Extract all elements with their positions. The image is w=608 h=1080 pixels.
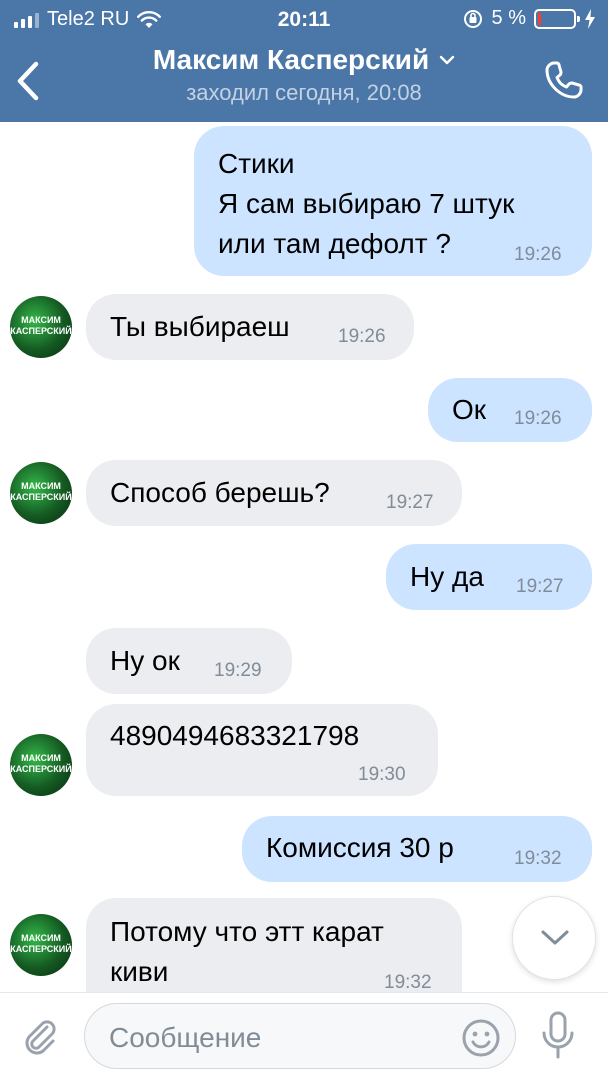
avatar-text: МАКСИМ КАСПЕРСКИЙ bbox=[10, 933, 72, 954]
message-text: Способ берешь? bbox=[110, 477, 330, 508]
message-bubble-outgoing[interactable]: Стики Я сам выбираю 7 штук или там дефол… bbox=[194, 126, 592, 276]
message-input-placeholder: Сообщение bbox=[109, 1022, 262, 1053]
message-input[interactable]: Сообщение bbox=[84, 1003, 516, 1069]
message-bubble-outgoing[interactable]: Ну да 19:27 bbox=[386, 544, 592, 610]
phone-icon[interactable] bbox=[542, 58, 586, 102]
rotation-lock-icon bbox=[463, 9, 482, 28]
top-bar: Tele2 RU 20:11 5 % Максим Касперский зах… bbox=[0, 0, 608, 122]
message-text: Ок bbox=[452, 394, 487, 425]
avatar[interactable]: МАКСИМ КАСПЕРСКИЙ bbox=[10, 296, 72, 358]
message-bubble-incoming[interactable]: Потому что этт карат киви 19:32 bbox=[86, 898, 462, 992]
message-bubble-incoming[interactable]: Ты выбираеш 19:26 bbox=[86, 294, 414, 360]
message-time: 19:30 bbox=[358, 764, 406, 785]
charging-icon bbox=[585, 8, 595, 29]
message-bubble-incoming[interactable]: 4890494683321798 19:30 bbox=[86, 704, 438, 796]
message-list[interactable]: Стики Я сам выбираю 7 штук или там дефол… bbox=[0, 122, 608, 992]
attach-icon[interactable] bbox=[20, 1017, 60, 1057]
message-text: Комиссия 30 р bbox=[266, 832, 454, 863]
last-seen: заходил сегодня, 20:08 bbox=[186, 80, 422, 105]
message-time: 19:26 bbox=[338, 326, 386, 347]
message-bubble-incoming[interactable]: Способ берешь? 19:27 bbox=[86, 460, 462, 526]
message-time: 19:26 bbox=[514, 244, 562, 265]
message-time: 19:27 bbox=[386, 492, 434, 513]
avatar[interactable]: МАКСИМ КАСПЕРСКИЙ bbox=[10, 914, 72, 976]
message-text: Ну ок bbox=[110, 645, 180, 676]
message-text: Ну да bbox=[410, 561, 484, 592]
scroll-down-button[interactable] bbox=[512, 896, 596, 980]
message-time: 19:32 bbox=[514, 848, 562, 869]
composer: Сообщение bbox=[0, 992, 608, 1080]
message-text: Потому что этт карат киви bbox=[110, 916, 384, 987]
message-text: Стики Я сам выбираю 7 штук или там дефол… bbox=[218, 148, 515, 259]
message-bubble-incoming[interactable]: Ну ок 19:29 bbox=[86, 628, 292, 694]
scroll-down-icon bbox=[541, 930, 569, 945]
message-bubble-outgoing[interactable]: Ок 19:26 bbox=[428, 378, 592, 442]
avatar[interactable]: МАКСИМ КАСПЕРСКИЙ bbox=[10, 734, 72, 796]
battery-icon bbox=[534, 8, 580, 29]
message-time: 19:27 bbox=[516, 576, 564, 597]
avatar-text: МАКСИМ КАСПЕРСКИЙ bbox=[10, 753, 72, 774]
avatar[interactable]: МАКСИМ КАСПЕРСКИЙ bbox=[10, 462, 72, 524]
avatar-text: МАКСИМ КАСПЕРСКИЙ bbox=[10, 481, 72, 502]
mic-icon[interactable] bbox=[540, 1011, 576, 1061]
message-time: 19:29 bbox=[214, 660, 262, 681]
emoji-icon[interactable] bbox=[461, 1018, 501, 1058]
message-time: 19:26 bbox=[514, 408, 562, 429]
battery-percent: 5 % bbox=[491, 7, 526, 29]
message-text: 4890494683321798 bbox=[110, 720, 360, 751]
avatar-text: МАКСИМ КАСПЕРСКИЙ bbox=[10, 315, 72, 336]
message-bubble-outgoing[interactable]: Комиссия 30 р 19:32 bbox=[242, 816, 592, 882]
status-bar: Tele2 RU 20:11 5 % bbox=[0, 0, 608, 40]
message-text: Ты выбираеш bbox=[110, 311, 290, 342]
contact-name: Максим Касперский bbox=[152, 44, 430, 75]
chat-header[interactable]: Максим Касперский заходил сегодня, 20:08 bbox=[0, 44, 608, 106]
message-time: 19:32 bbox=[384, 972, 432, 992]
chevron-down-icon bbox=[439, 55, 455, 65]
